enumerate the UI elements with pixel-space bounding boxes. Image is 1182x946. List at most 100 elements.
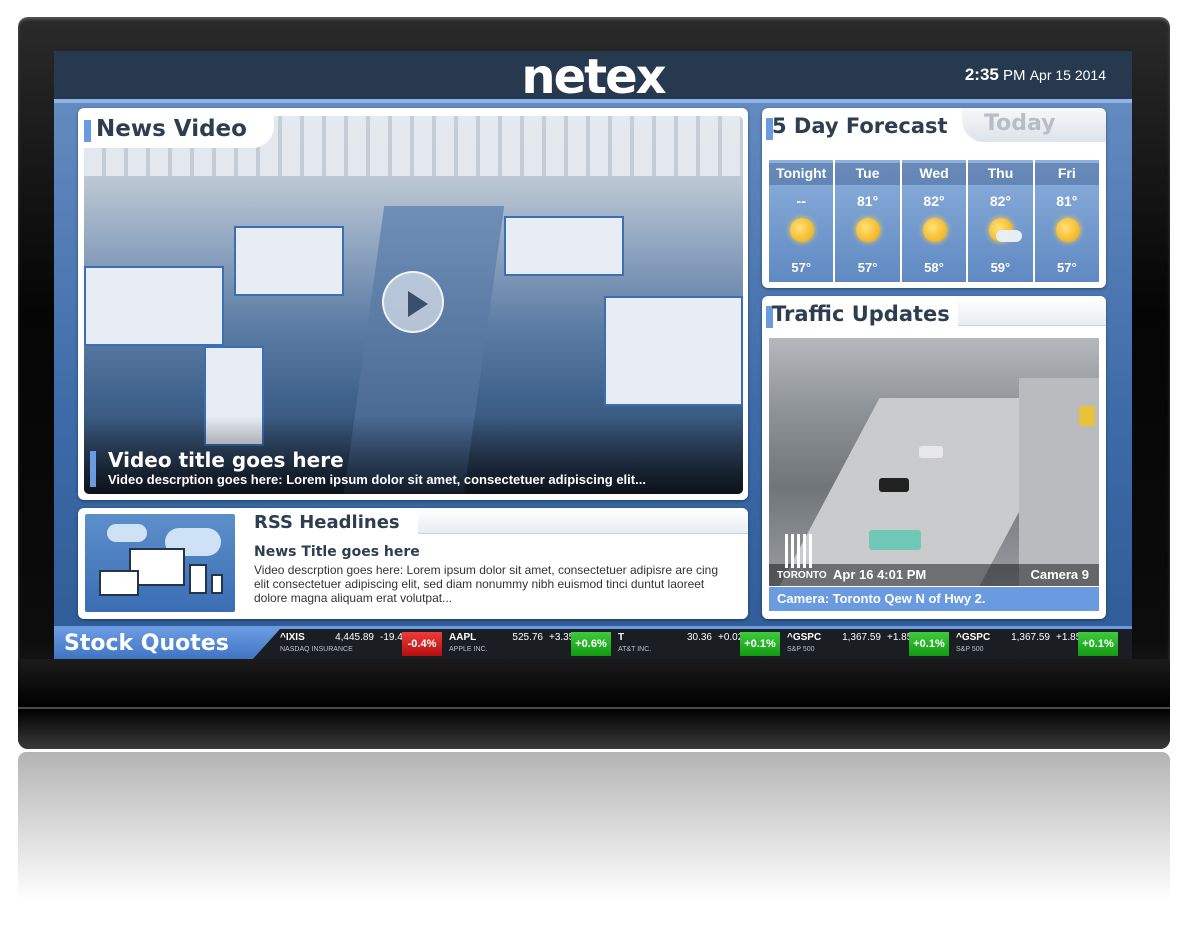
camera-car bbox=[919, 446, 943, 458]
traffic-title: Traffic Updates bbox=[772, 302, 950, 326]
stock-name: NASDAQ INSURANCE bbox=[280, 646, 353, 653]
video-player[interactable]: Video title goes here Video descrption g… bbox=[84, 116, 743, 494]
forecast-panel: Today 5 Day Forecast Tonight -- 57° Tue … bbox=[762, 108, 1106, 288]
toronto-logo-text: TORONTO bbox=[777, 570, 827, 581]
forecast-today-label[interactable]: Today bbox=[984, 111, 1055, 136]
clock: 2:35 PM Apr 15 2014 bbox=[965, 65, 1106, 85]
forecast-high: -- bbox=[796, 193, 806, 209]
forecast-day-name: Wed bbox=[901, 163, 967, 185]
stock-symbol: ^GSPC bbox=[787, 632, 822, 643]
stock-quote[interactable]: T 30.36 +0.02 AT&T INC. +0.1% bbox=[614, 629, 782, 659]
traffic-camera-image[interactable]: TORONTO Apr 16 4:01 PM Camera 9 bbox=[769, 338, 1099, 586]
tv-reflection bbox=[18, 752, 1170, 902]
cloud-icon bbox=[996, 230, 1023, 242]
sun-icon bbox=[922, 218, 947, 242]
clock-ampm: PM bbox=[1003, 67, 1026, 84]
rss-title: RSS Headlines bbox=[254, 512, 400, 533]
forecast-grid: Tonight -- 57° Tue 81° 57° Wed 82° 58° T… bbox=[769, 160, 1100, 282]
news-video-accent bbox=[84, 120, 91, 142]
forecast-high: 81° bbox=[1056, 193, 1078, 209]
stock-name: AT&T INC. bbox=[618, 646, 652, 653]
forecast-day: Wed 82° 58° bbox=[901, 160, 967, 282]
video-title-accent bbox=[90, 451, 96, 487]
stock-quote[interactable]: AAPL 525.76 +3.35 APPLE INC. +0.6% bbox=[445, 629, 613, 659]
sun-icon bbox=[856, 218, 881, 242]
forecast-day-name: Fri bbox=[1034, 163, 1100, 185]
traffic-panel: Traffic Updates TORONTO Apr 16 4:01 PM C… bbox=[762, 296, 1106, 619]
stock-price: 30.36 bbox=[686, 632, 712, 643]
rss-tab-line bbox=[418, 508, 748, 534]
stock-symbol: ^IXIS bbox=[280, 632, 305, 643]
video-scene-booth bbox=[84, 266, 224, 346]
camera-car bbox=[1079, 406, 1095, 426]
camera-caption: Camera: Toronto Qew N of Hwy 2. bbox=[769, 587, 1099, 611]
camera-car bbox=[869, 530, 921, 550]
news-video-panel: Video title goes here Video descrption g… bbox=[78, 108, 748, 500]
forecast-low: 57° bbox=[857, 260, 878, 275]
forecast-day: Tonight -- 57° bbox=[769, 160, 834, 282]
stock-ticker-label: Stock Quotes bbox=[54, 629, 280, 659]
video-scene-booth bbox=[604, 296, 743, 406]
forecast-day: Fri 81° 57° bbox=[1034, 160, 1100, 282]
play-icon[interactable] bbox=[382, 271, 444, 333]
forecast-title: 5 Day Forecast bbox=[772, 114, 948, 138]
stock-name: APPLE INC. bbox=[449, 646, 488, 653]
stock-price: 1,367.59 bbox=[842, 632, 881, 643]
stock-quote[interactable]: ^IXIS 4,445.89 -19.43 NASDAQ INSURANCE -… bbox=[276, 629, 444, 659]
clock-time: 2:35 bbox=[964, 65, 999, 84]
camera-car bbox=[879, 478, 909, 492]
stock-symbol: T bbox=[618, 632, 625, 643]
stock-percent: +0.6% bbox=[571, 632, 611, 656]
forecast-day: Tue 81° 57° bbox=[835, 160, 900, 282]
traffic-tab-line bbox=[958, 296, 1106, 326]
forecast-day-name: Tonight bbox=[769, 163, 834, 185]
video-scene-booth bbox=[234, 226, 344, 296]
forecast-low: 59° bbox=[990, 260, 1011, 275]
stock-price: 1,367.59 bbox=[1011, 632, 1050, 643]
rss-panel: RSS Headlines News Title goes here Video… bbox=[78, 508, 748, 619]
rss-description: Video descrption goes here: Lorem ipsum … bbox=[254, 563, 719, 605]
forecast-day-name: Thu bbox=[968, 163, 1033, 185]
video-description: Video descrption goes here: Lorem ipsum … bbox=[108, 472, 646, 487]
clock-date: Apr 15 2014 bbox=[1029, 67, 1106, 83]
tv-bezel-bottom bbox=[18, 659, 1170, 749]
stock-name: S&P 500 bbox=[956, 646, 984, 653]
stock-symbol: AAPL bbox=[449, 632, 477, 643]
tv-bezel-divider bbox=[18, 707, 1170, 709]
forecast-low: 57° bbox=[791, 260, 812, 275]
toronto-logo: TORONTO bbox=[777, 534, 827, 582]
forecast-day: Thu 82° 59° bbox=[968, 160, 1033, 282]
camera-number: Camera 9 bbox=[1030, 567, 1089, 582]
forecast-low: 57° bbox=[1056, 260, 1077, 275]
stock-percent: -0.4% bbox=[402, 632, 442, 656]
laptop-icon bbox=[99, 570, 139, 596]
signage-screen: netex 2:35 PM Apr 15 2014 Video title go… bbox=[54, 51, 1132, 659]
cloud-icon bbox=[107, 524, 147, 542]
forecast-high: 82° bbox=[923, 193, 945, 209]
stock-price: 4,445.89 bbox=[335, 632, 374, 643]
toronto-logo-mark bbox=[785, 534, 815, 568]
tablet-icon bbox=[189, 564, 207, 594]
camera-timestamp: Apr 16 4:01 PM bbox=[833, 567, 927, 582]
stock-percent: +0.1% bbox=[740, 632, 780, 656]
phone-icon bbox=[211, 574, 223, 594]
sun-icon bbox=[790, 218, 814, 242]
forecast-high: 82° bbox=[989, 193, 1011, 209]
stock-quote[interactable]: ^GSPC 1,367.59 +1.85 S&P 500 +0.1% bbox=[952, 629, 1120, 659]
rss-news-title[interactable]: News Title goes here bbox=[254, 544, 420, 560]
stock-quote[interactable]: ^GSPC 1,367.59 +1.85 S&P 500 +0.1% bbox=[783, 629, 951, 659]
stock-ticker-title: Stock Quotes bbox=[64, 631, 229, 656]
video-scene-booth bbox=[504, 216, 624, 276]
forecast-high: 81° bbox=[857, 193, 879, 209]
header-bar: netex 2:35 PM Apr 15 2014 bbox=[54, 51, 1132, 103]
stock-percent: +0.1% bbox=[1078, 632, 1118, 656]
stock-price: 525.76 bbox=[512, 632, 543, 643]
forecast-day-name: Tue bbox=[835, 163, 900, 185]
stock-percent: +0.1% bbox=[909, 632, 949, 656]
rss-thumbnail bbox=[85, 514, 235, 612]
video-title: Video title goes here bbox=[108, 448, 344, 472]
forecast-low: 58° bbox=[924, 260, 944, 275]
sun-icon bbox=[1055, 218, 1080, 242]
news-video-title: News Video bbox=[96, 116, 247, 142]
stock-ticker: Stock Quotes ^IXIS 4,445.89 -19.43 NASDA… bbox=[54, 626, 1132, 659]
